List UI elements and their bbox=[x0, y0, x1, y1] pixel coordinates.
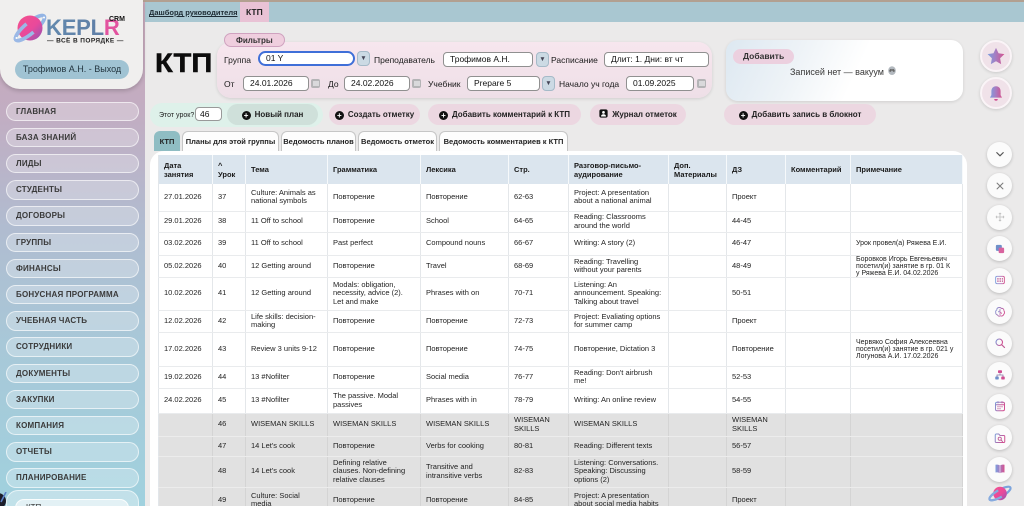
svg-text:CRM: CRM bbox=[109, 16, 125, 23]
svg-text:— ВСЁ В ПОРЯДКЕ —: — ВСЁ В ПОРЯДКЕ — bbox=[47, 37, 124, 45]
